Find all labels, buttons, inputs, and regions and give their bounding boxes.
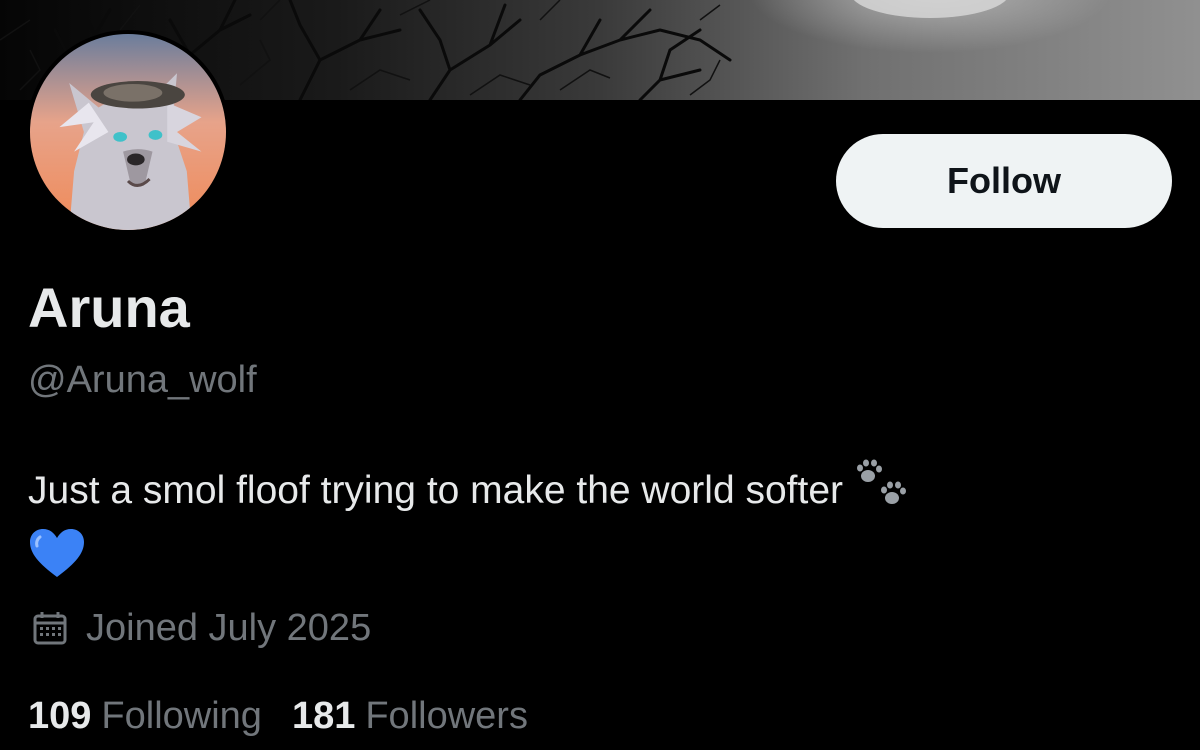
calendar-icon bbox=[32, 610, 68, 646]
wolf-avatar-icon bbox=[30, 34, 226, 230]
handle: @Aruna_wolf bbox=[28, 359, 257, 401]
profile-stats: 109 Following 181 Followers bbox=[28, 694, 558, 738]
joined-text: Joined July 2025 bbox=[86, 607, 372, 649]
following-link[interactable]: 109 Following bbox=[28, 694, 262, 738]
blue-heart-icon bbox=[28, 527, 86, 596]
bio: Just a smol floof trying to make the wor… bbox=[28, 458, 1148, 587]
followers-count: 181 bbox=[291, 695, 356, 737]
following-label: Following bbox=[101, 695, 262, 737]
paw-prints-icon bbox=[854, 458, 910, 527]
followers-label: Followers bbox=[365, 695, 528, 737]
display-name: Aruna bbox=[28, 276, 190, 339]
followers-link[interactable]: 181 Followers bbox=[292, 694, 528, 738]
joined-date: Joined July 2025 bbox=[32, 606, 371, 650]
bio-text: Just a smol floof trying to make the wor… bbox=[28, 468, 844, 512]
follow-button[interactable]: Follow bbox=[836, 134, 1172, 228]
following-count: 109 bbox=[28, 695, 92, 737]
avatar[interactable] bbox=[26, 30, 230, 234]
